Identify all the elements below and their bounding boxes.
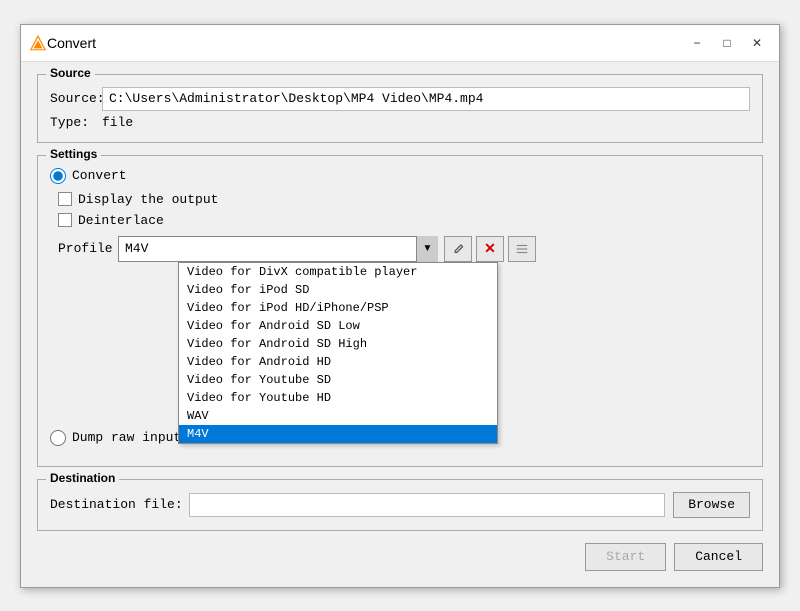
browse-button[interactable]: Browse <box>673 492 750 518</box>
window-content: Source Source: Type: file Settings Conve… <box>21 62 779 587</box>
window-title: Convert <box>47 35 683 51</box>
profile-option-4[interactable]: Video for Android SD High <box>179 335 497 353</box>
vlc-icon <box>29 34 47 52</box>
profile-option-1[interactable]: Video for iPod SD <box>179 281 497 299</box>
dump-radio[interactable] <box>50 430 66 446</box>
profile-delete-button[interactable]: ✕ <box>476 236 504 262</box>
source-group-label: Source <box>46 66 95 80</box>
source-input[interactable] <box>102 87 750 111</box>
titlebar: Convert − □ ✕ <box>21 25 779 62</box>
profile-list-button[interactable] <box>508 236 536 262</box>
source-row: Source: <box>50 87 750 111</box>
destination-group: Destination Destination file: Browse <box>37 479 763 531</box>
profile-action-buttons: ✕ <box>444 236 536 262</box>
convert-radio-row: Convert <box>50 168 750 184</box>
deinterlace-checkbox[interactable] <box>58 213 72 227</box>
cancel-button[interactable]: Cancel <box>674 543 763 571</box>
convert-radio-label: Convert <box>72 168 127 183</box>
profile-option-3[interactable]: Video for Android SD Low <box>179 317 497 335</box>
destination-row: Destination file: Browse <box>50 492 750 518</box>
convert-radio[interactable] <box>50 168 66 184</box>
profile-select-wrapper: M4V ▼ Video for DivX compatible player V… <box>118 236 438 262</box>
profile-row: Profile M4V ▼ Video for DivX compatible … <box>58 236 750 262</box>
minimize-button[interactable]: − <box>683 31 711 55</box>
profile-edit-button[interactable] <box>444 236 472 262</box>
profile-option-0[interactable]: Video for DivX compatible player <box>179 263 497 281</box>
display-output-label: Display the output <box>78 192 218 207</box>
display-output-row: Display the output <box>58 192 750 207</box>
profile-dropdown-scroll[interactable]: Video for DivX compatible player Video f… <box>179 263 497 443</box>
source-group: Source Source: Type: file <box>37 74 763 143</box>
source-label: Source: <box>50 91 102 106</box>
start-button[interactable]: Start <box>585 543 666 571</box>
footer-buttons: Start Cancel <box>37 543 763 571</box>
profile-option-2[interactable]: Video for iPod HD/iPhone/PSP <box>179 299 497 317</box>
profile-option-7[interactable]: Video for Youtube HD <box>179 389 497 407</box>
profile-option-5[interactable]: Video for Android HD <box>179 353 497 371</box>
window-controls: − □ ✕ <box>683 31 771 55</box>
deinterlace-label: Deinterlace <box>78 213 164 228</box>
maximize-button[interactable]: □ <box>713 31 741 55</box>
deinterlace-row: Deinterlace <box>58 213 750 228</box>
type-label: Type: <box>50 115 102 130</box>
profile-dropdown-list: Video for DivX compatible player Video f… <box>178 262 498 444</box>
type-value: file <box>102 115 133 130</box>
wrench-icon <box>451 242 465 256</box>
close-button[interactable]: ✕ <box>743 31 771 55</box>
type-row: Type: file <box>50 115 750 130</box>
settings-group: Settings Convert Display the output Dein… <box>37 155 763 467</box>
dest-file-label: Destination file: <box>50 497 183 512</box>
main-window: Convert − □ ✕ Source Source: Type: file … <box>20 24 780 588</box>
list-icon <box>515 242 529 256</box>
profile-select-display[interactable]: M4V <box>118 236 438 262</box>
profile-label: Profile <box>58 241 118 256</box>
display-output-checkbox[interactable] <box>58 192 72 206</box>
dest-file-input[interactable] <box>189 493 666 517</box>
settings-group-label: Settings <box>46 147 101 161</box>
profile-option-8[interactable]: WAV <box>179 407 497 425</box>
profile-option-6[interactable]: Video for Youtube SD <box>179 371 497 389</box>
destination-group-label: Destination <box>46 471 119 485</box>
profile-option-9[interactable]: M4V <box>179 425 497 443</box>
dump-radio-label: Dump raw input <box>72 430 181 445</box>
